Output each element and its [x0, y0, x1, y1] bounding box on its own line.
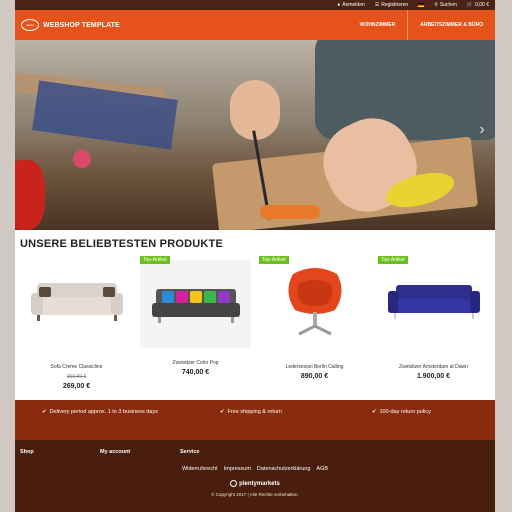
product-name[interactable]: Ledersessel Berlin Calling: [255, 364, 374, 370]
header: ceres WEBSHOP TEMPLATE WOHNZIMMER ARBEIT…: [15, 10, 495, 40]
german-flag-icon: [418, 3, 425, 7]
hero-shape: [15, 160, 45, 230]
nav-item-arbeitszimmer[interactable]: ARBEITSZIMMER & BÜRO: [407, 10, 495, 40]
login-label: Anmelden: [342, 2, 365, 8]
hero-image[interactable]: ›: [15, 40, 495, 230]
product-card[interactable]: Top-Artikel Ledersessel Berlin Calling 8…: [255, 256, 374, 390]
usp-return: ✔ 100-day return policy: [372, 409, 431, 415]
page: ● Anmelden ☰ Registrieren ⚲ Suchen 🛒 0,0…: [15, 0, 495, 512]
plentymarkets-label: plentymarkets: [239, 480, 280, 487]
carousel-next-icon[interactable]: ›: [475, 120, 489, 140]
top-item-badge: Top-Artikel: [259, 256, 289, 264]
top-bar: ● Anmelden ☰ Registrieren ⚲ Suchen 🛒 0,0…: [15, 0, 495, 10]
section-title: UNSERE BELIEBTESTEN PRODUKTE: [20, 238, 224, 250]
check-icon: ✔: [42, 409, 47, 415]
plentymarkets-icon: [230, 480, 238, 487]
cream-sofa-image: [30, 283, 123, 321]
product-price: 890,00 €: [300, 373, 329, 380]
search-label: Suchen: [439, 2, 457, 8]
red-armchair-image: [287, 268, 342, 336]
product-list: Sofa Creme Classicline 359,00 € 269,00 €…: [15, 256, 495, 390]
footer-link[interactable]: Widerrufsrecht: [182, 466, 218, 472]
product-name[interactable]: Zweisitzer Color Pop: [136, 360, 255, 366]
brand-name[interactable]: WEBSHOP TEMPLATE: [43, 22, 120, 29]
language-selector[interactable]: [418, 3, 425, 7]
product-image[interactable]: [140, 260, 251, 348]
product-price: 1.900,00 €: [416, 373, 451, 380]
logo-icon[interactable]: ceres: [21, 19, 39, 31]
cart-link[interactable]: 🛒 0,00 €: [467, 2, 489, 8]
check-icon: ✔: [219, 409, 225, 415]
product-price: 269,00 €: [62, 383, 91, 390]
usp-text: 100-day return policy: [379, 409, 431, 415]
register-icon: ☰: [374, 2, 380, 8]
usp-text: Delivery period approx. 1 to 3 business …: [49, 409, 158, 415]
product-card[interactable]: Sofa Creme Classicline 359,00 € 269,00 €: [17, 256, 136, 390]
usp-delivery: ✔ Delivery period approx. 1 to 3 busines…: [42, 409, 158, 415]
product-image[interactable]: [17, 256, 136, 348]
usp-bar: ✔ Delivery period approx. 1 to 3 busines…: [15, 400, 495, 440]
main-nav: WOHNZIMMER ARBEITSZIMMER & BÜRO: [348, 10, 495, 40]
footer-link[interactable]: AGB: [316, 466, 328, 472]
product-card[interactable]: Top-Artikel Zweisitzer Amsterdam at Dawn…: [374, 256, 493, 390]
footer-link[interactable]: Impressum: [224, 466, 251, 472]
footer-heading-service: Service: [180, 449, 200, 455]
product-old-price: 359,00 €: [66, 374, 87, 380]
product-name[interactable]: Zweisitzer Amsterdam at Dawn: [374, 364, 493, 370]
footer-columns: Shop My account Service: [15, 440, 495, 455]
cart-total: 0,00 €: [475, 2, 489, 8]
copyright: © Copyright 2017 | Alle Rechte vorbehalt…: [211, 492, 299, 497]
register-link[interactable]: ☰ Registrieren: [375, 2, 408, 8]
usp-shipping: ✔ Free shipping & return: [220, 409, 282, 415]
product-image[interactable]: [374, 256, 493, 348]
nav-item-wohnzimmer[interactable]: WOHNZIMMER: [348, 10, 408, 40]
hero-shape: [260, 205, 320, 219]
register-label: Registrieren: [381, 2, 409, 8]
top-item-badge: Top-Artikel: [140, 256, 170, 264]
user-icon: ●: [337, 2, 341, 8]
plentymarkets-logo[interactable]: plentymarkets: [15, 480, 495, 487]
search-link[interactable]: ⚲ Suchen: [434, 2, 457, 8]
product-image[interactable]: [255, 256, 374, 348]
footer-link[interactable]: Datenschutzerklärung: [257, 466, 311, 472]
hero-shape: [315, 40, 495, 140]
footer-links: Widerrufsrecht Impressum Datenschutzerkl…: [15, 466, 495, 472]
product-card[interactable]: Top-Artikel Zweisitzer Color Pop 740,00 …: [136, 256, 255, 390]
cart-icon: 🛒: [466, 2, 474, 8]
check-icon: ✔: [371, 409, 377, 415]
product-price: 740,00 €: [181, 369, 210, 376]
footer-heading-account: My account: [100, 449, 131, 455]
top-item-badge: Top-Artikel: [378, 256, 408, 264]
product-name[interactable]: Sofa Creme Classicline: [17, 364, 136, 370]
footer: Shop My account Service Widerrufsrecht I…: [15, 440, 495, 512]
blue-sofa-image: [387, 285, 480, 319]
hero-shape: [73, 150, 91, 168]
search-icon: ⚲: [434, 2, 438, 8]
footer-heading-shop: Shop: [20, 449, 34, 455]
login-link[interactable]: ● Anmelden: [337, 2, 365, 8]
usp-text: Free shipping & return: [227, 409, 282, 415]
color-pop-sofa-image: [151, 289, 240, 323]
